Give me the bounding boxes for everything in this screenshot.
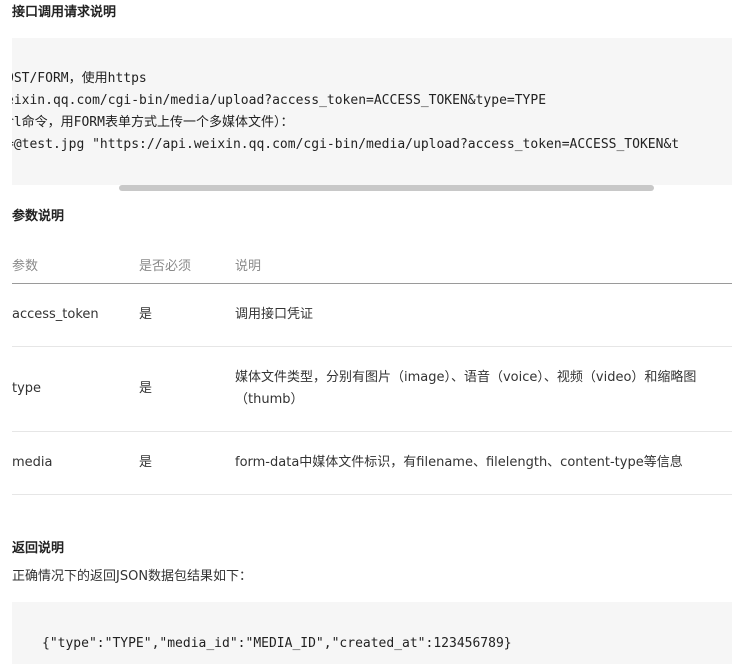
request-code-block: OST/FORM，使用https eixin.qq.com/cgi-bin/me… xyxy=(12,38,732,185)
params-section-heading: 参数说明 xyxy=(12,209,65,224)
request-code-line-4: =@test.jpg "https://api.weixin.qq.com/cg… xyxy=(12,137,680,152)
request-code-line-1: OST/FORM，使用https xyxy=(12,71,147,86)
request-code-line-2: eixin.qq.com/cgi-bin/media/upload?access… xyxy=(12,93,547,108)
column-header-description: 说明 xyxy=(235,245,732,284)
return-section-heading: 返回说明 xyxy=(12,541,65,556)
param-required: 是 xyxy=(139,346,235,432)
return-code-block: {"type":"TYPE","media_id":"MEDIA_ID","cr… xyxy=(12,602,732,664)
table-row: type 是 媒体文件类型，分别有图片（image）、语音（voice）、视频（… xyxy=(12,346,732,432)
table-row: access_token 是 调用接口凭证 xyxy=(12,283,732,347)
param-description: 媒体文件类型，分别有图片（image）、语音（voice）、视频（video）和… xyxy=(235,346,732,432)
code-horizontal-scrollbar[interactable] xyxy=(119,185,654,191)
param-required: 是 xyxy=(139,283,235,347)
param-name: type xyxy=(12,346,139,432)
column-header-required: 是否必须 xyxy=(139,245,235,284)
column-header-param: 参数 xyxy=(12,245,139,284)
return-code-line: {"type":"TYPE","media_id":"MEDIA_ID","cr… xyxy=(42,636,512,651)
params-table: 参数 是否必须 说明 access_token 是 调用接口凭证 type 是 … xyxy=(12,245,732,495)
params-table-header-row: 参数 是否必须 说明 xyxy=(12,245,732,284)
table-row: media 是 form-data中媒体文件标识，有filename、filel… xyxy=(12,431,732,495)
param-description: 调用接口凭证 xyxy=(235,283,732,347)
param-name: access_token xyxy=(12,283,139,347)
param-name: media xyxy=(12,431,139,495)
request-code-line-3: rl命令，用FORM表单方式上传一个多媒体文件）： xyxy=(12,115,294,130)
param-description: form-data中媒体文件标识，有filename、filelength、co… xyxy=(235,431,732,495)
return-description: 正确情况下的返回JSON数据包结果如下： xyxy=(12,569,253,584)
request-section-heading: 接口调用请求说明 xyxy=(12,5,117,20)
param-required: 是 xyxy=(139,431,235,495)
